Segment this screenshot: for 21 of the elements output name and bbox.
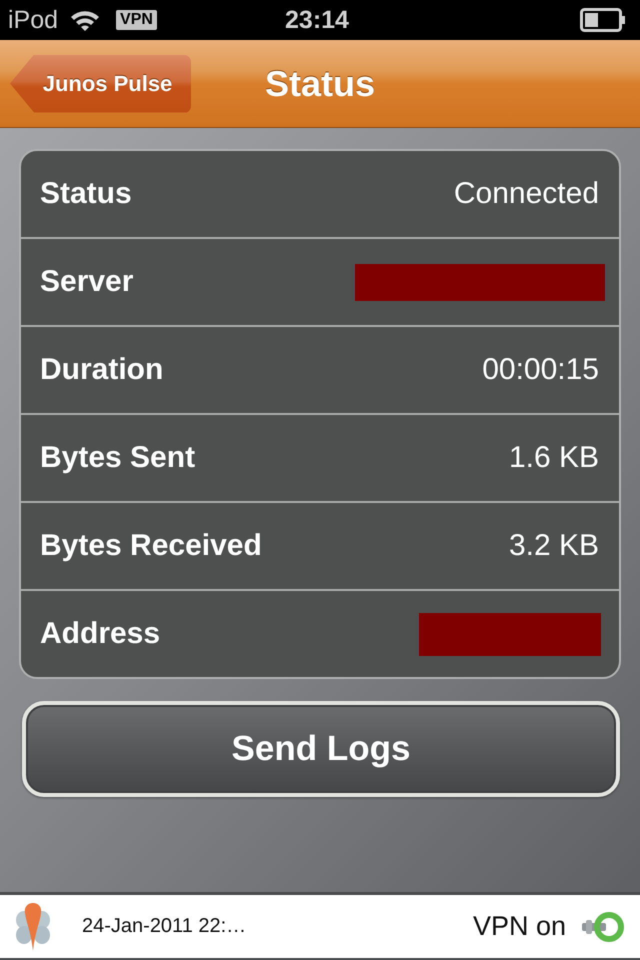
battery-icon — [580, 8, 626, 32]
row-label: Bytes Received — [40, 529, 262, 563]
row-label: Duration — [40, 353, 164, 387]
row-value: 00:00:15 — [482, 353, 599, 387]
row-value: Connected — [454, 177, 599, 211]
status-time: 23:14 — [285, 5, 349, 35]
vpn-badge: VPN — [116, 10, 157, 30]
row-label: Server — [40, 265, 134, 299]
notification-timestamp: 24-Jan-2011 22:… — [82, 915, 246, 938]
app-logo-icon — [15, 902, 51, 952]
wifi-icon — [70, 9, 100, 31]
nav-title: Status — [264, 62, 376, 104]
vpn-status-text: VPN on — [472, 911, 566, 942]
carrier-name: iPod — [8, 5, 58, 35]
send-logs-button[interactable]: Send Logs — [22, 701, 620, 797]
row-value: 3.2 KB — [508, 529, 599, 563]
row-value: 1.6 KB — [508, 441, 599, 475]
row-label: Status — [40, 177, 132, 211]
row-label: Bytes Sent — [40, 441, 196, 475]
back-button[interactable]: Junos Pulse — [10, 54, 191, 112]
row-label: Address — [40, 617, 160, 651]
